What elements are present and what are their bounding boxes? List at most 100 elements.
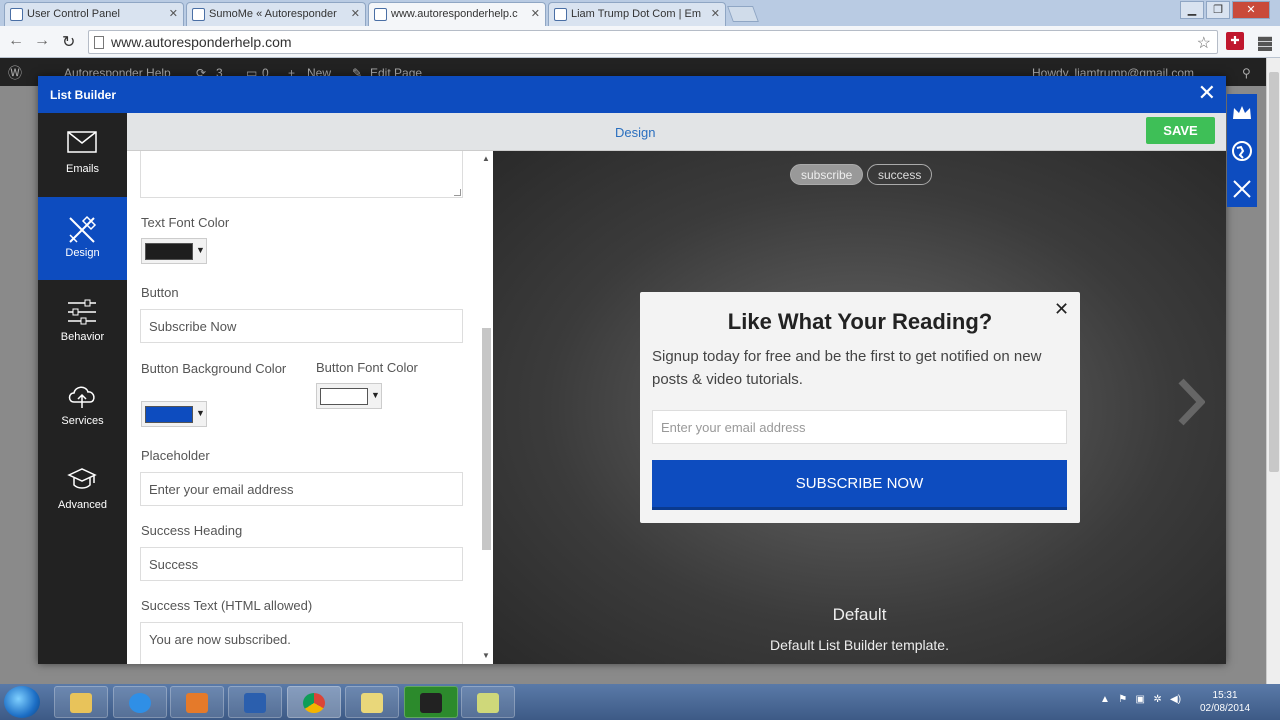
media-player-taskbar-icon[interactable] — [170, 686, 224, 718]
form-scrollbar-thumb[interactable] — [482, 328, 491, 550]
favicon-icon — [554, 8, 567, 21]
crown-icon[interactable] — [1231, 102, 1253, 124]
browser-tab[interactable]: SumoMe « Autoresponder ✕ — [186, 2, 366, 26]
taskbar-clock[interactable]: 15:31 02/08/2014 — [1200, 689, 1250, 715]
close-icon[interactable]: ✕ — [1198, 82, 1216, 104]
cloud-upload-icon — [68, 386, 95, 408]
sidebar-item-design[interactable]: Design — [38, 197, 127, 280]
button-bg-color-picker[interactable]: ▼ — [141, 401, 207, 427]
minimize-button[interactable]: ▁ — [1180, 1, 1204, 19]
success-text-label: Success Text (HTML allowed) — [141, 598, 313, 613]
chrome-taskbar-icon[interactable] — [287, 686, 341, 718]
sidebar-item-emails[interactable]: Emails — [38, 113, 127, 196]
favicon-icon — [374, 8, 387, 21]
modal-sidebar: Emails Design Behavior Services Advanced — [38, 113, 127, 664]
tab-success[interactable]: success — [867, 164, 933, 185]
extension-icon[interactable]: ✚ — [1226, 32, 1244, 50]
globe-icon[interactable] — [1231, 140, 1253, 162]
save-button[interactable]: SAVE — [1146, 117, 1215, 144]
success-text-textarea[interactable]: You are now subscribed. — [140, 622, 463, 664]
scroll-up-icon[interactable]: ▲ — [482, 154, 490, 163]
search-icon[interactable]: ⚲ — [1242, 66, 1251, 80]
form-scrollbar[interactable]: ▲ ▼ — [480, 151, 493, 664]
maximize-button[interactable]: ❐ — [1206, 1, 1230, 19]
bookmark-star-icon[interactable]: ☆ — [1197, 33, 1211, 53]
new-tab-button[interactable] — [727, 6, 759, 22]
favicon-icon — [192, 8, 205, 21]
reload-icon[interactable]: ↻ — [62, 32, 75, 52]
sidebar-item-services[interactable]: Services — [38, 365, 127, 448]
tab-label: User Control Panel — [27, 8, 120, 20]
camtasia-taskbar-icon[interactable] — [404, 686, 458, 718]
window-close-button[interactable]: ✕ — [1232, 1, 1270, 19]
close-tab-icon[interactable]: ✕ — [531, 7, 540, 20]
template-description: Default List Builder template. — [770, 637, 949, 653]
explorer-taskbar-icon[interactable] — [54, 686, 108, 718]
text-font-color-label: Text Font Color — [141, 215, 230, 230]
sidebar-item-label: Emails — [65, 163, 99, 175]
wordpress-logo-icon[interactable]: Ⓦ — [8, 63, 22, 83]
page-scrollbar[interactable] — [1266, 58, 1280, 684]
design-form: Text Font Color ▼ Button Subscribe Now B… — [127, 151, 493, 664]
address-text: www.autoresponderhelp.com — [111, 34, 292, 50]
caret-down-icon: ▼ — [196, 245, 205, 255]
sumome-rail — [1227, 94, 1257, 207]
address-bar[interactable]: www.autoresponderhelp.com ☆ — [88, 30, 1218, 54]
sticky-notes-taskbar-icon[interactable] — [461, 686, 515, 718]
button-label: Button — [141, 285, 179, 300]
clock-time: 15:31 — [1212, 690, 1238, 701]
ie-taskbar-icon[interactable] — [113, 686, 167, 718]
tab-label: Liam Trump Dot Com | Em — [571, 8, 701, 20]
browser-tab[interactable]: User Control Panel ✕ — [4, 2, 184, 26]
popup-email-input[interactable]: Enter your email address — [652, 410, 1067, 444]
menu-icon[interactable]: ▬ ▬ ▬ — [1258, 29, 1272, 53]
tab-label: SumoMe « Autoresponder — [209, 8, 337, 20]
sidebar-item-label: Services — [61, 415, 104, 427]
browser-tabstrip: User Control Panel ✕ SumoMe « Autorespon… — [0, 0, 1280, 26]
favicon-icon — [10, 8, 23, 21]
button-text-input[interactable]: Subscribe Now — [140, 309, 463, 343]
back-icon[interactable]: ← — [8, 32, 24, 50]
system-tray-icons[interactable]: ▲ ⚑ ▣ ✲ ◀) — [1100, 694, 1181, 705]
caret-down-icon: ▼ — [196, 408, 205, 418]
browser-tab-active[interactable]: www.autoresponderhelp.c ✕ — [368, 2, 546, 26]
design-header: Design SAVE — [127, 113, 1226, 151]
graduation-cap-icon — [67, 468, 97, 489]
sliders-icon — [68, 299, 96, 325]
success-heading-input[interactable]: Success — [140, 547, 463, 581]
tab-subscribe[interactable]: subscribe — [790, 164, 864, 185]
subscribe-button[interactable]: SUBSCRIBE NOW — [652, 460, 1067, 510]
sidebar-item-advanced[interactable]: Advanced — [38, 449, 127, 532]
design-tools-icon — [69, 215, 97, 243]
scroll-down-icon[interactable]: ▼ — [482, 651, 490, 660]
close-tab-icon[interactable]: ✕ — [711, 7, 720, 20]
button-font-color-label: Button Font Color — [316, 360, 418, 375]
close-rail-icon[interactable] — [1231, 178, 1253, 200]
sidebar-item-label: Advanced — [58, 499, 107, 511]
textarea-field[interactable] — [140, 151, 463, 198]
button-font-color-picker[interactable]: ▼ — [316, 383, 382, 409]
list-builder-modal: List Builder ✕ Emails Design Behavior Se… — [38, 76, 1226, 664]
browser-toolbar: ← → ↻ www.autoresponderhelp.com ☆ ✚ ▬ ▬ ▬ — [0, 26, 1280, 58]
text-font-color-picker[interactable]: ▼ — [141, 238, 207, 264]
close-tab-icon[interactable]: ✕ — [169, 7, 178, 20]
modal-header: List Builder ✕ — [38, 76, 1226, 113]
word-taskbar-icon[interactable] — [228, 686, 282, 718]
sidebar-item-behavior[interactable]: Behavior — [38, 281, 127, 364]
design-title: Design — [615, 125, 656, 140]
placeholder-input[interactable]: Enter your email address — [140, 472, 463, 506]
browser-tab[interactable]: Liam Trump Dot Com | Em ✕ — [548, 2, 726, 26]
success-heading-label: Success Heading — [141, 523, 243, 538]
scrollbar-thumb[interactable] — [1269, 72, 1279, 472]
forward-icon[interactable]: → — [34, 32, 50, 50]
chevron-right-icon[interactable] — [1175, 377, 1205, 427]
clock-date: 02/08/2014 — [1200, 703, 1251, 714]
modal-title: List Builder — [50, 88, 117, 102]
caret-down-icon: ▼ — [371, 390, 380, 400]
notes-taskbar-icon[interactable] — [345, 686, 399, 718]
button-bg-color-label: Button Background Color — [141, 361, 287, 376]
start-button[interactable] — [4, 686, 40, 718]
close-tab-icon[interactable]: ✕ — [351, 7, 360, 20]
color-swatch — [145, 243, 193, 260]
color-swatch — [145, 406, 193, 423]
